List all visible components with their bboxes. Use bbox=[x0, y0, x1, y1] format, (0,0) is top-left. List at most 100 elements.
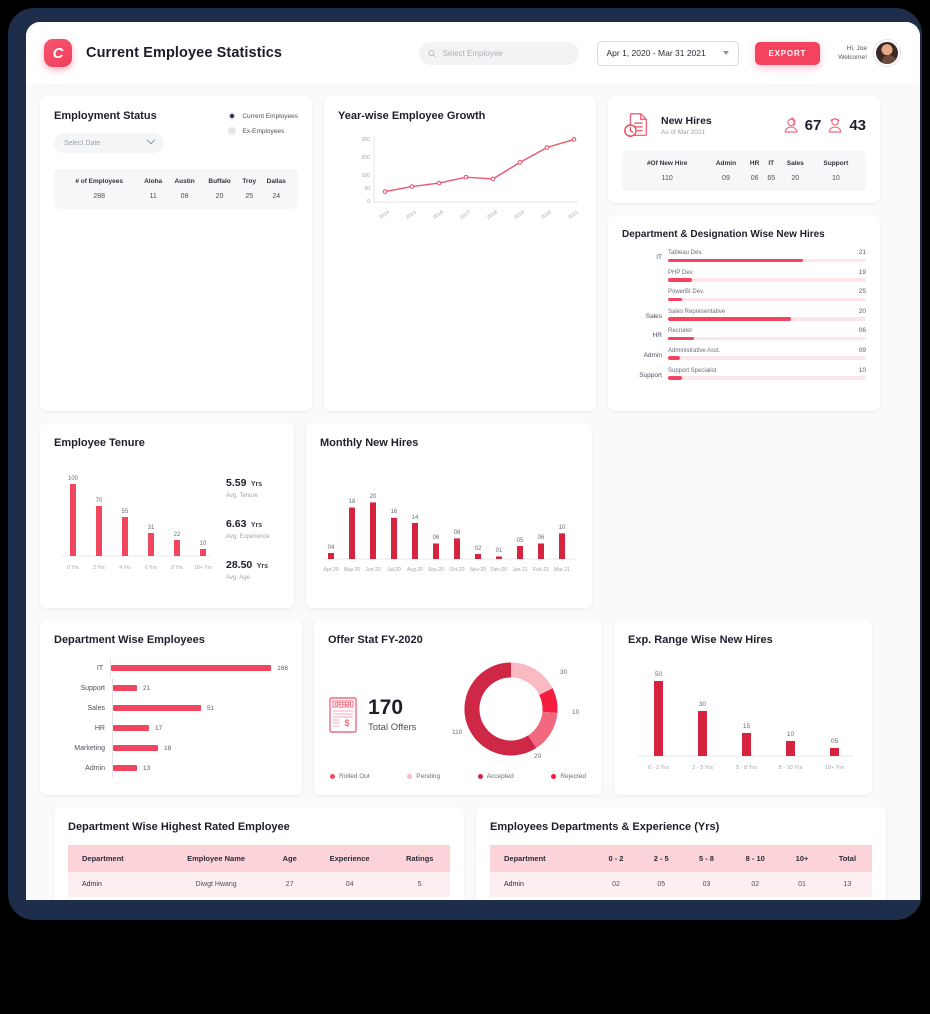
avatar[interactable] bbox=[874, 40, 900, 66]
svg-text:4 Yrs: 4 Yrs bbox=[119, 565, 131, 571]
dept-wise-employees-chart: IT 168 Support 21 Sales 51 HR 17 Marketi… bbox=[54, 658, 288, 778]
right-column-row1: New Hires As of Mar 2021 67 43 #Of New H… bbox=[608, 96, 880, 411]
progress-track bbox=[668, 376, 866, 380]
app-logo-icon: C bbox=[44, 39, 72, 67]
dept-experience-table: Department 0 - 2 2 - 5 5 - 8 8 - 10 10+ … bbox=[490, 845, 872, 900]
svg-text:8 Yrs: 8 Yrs bbox=[171, 565, 183, 571]
radio-current-employees[interactable]: Current Employees bbox=[228, 112, 298, 120]
employment-status-table: # of Employees Aloha Austin Buffalo Troy… bbox=[54, 169, 298, 209]
axis-tick: 2 - 5 Yrs bbox=[692, 765, 713, 771]
progress-track bbox=[668, 297, 866, 302]
svg-text:Jun-20: Jun-20 bbox=[365, 567, 381, 573]
cell: 25 bbox=[245, 193, 254, 200]
axis-tick: 10+ Yrs bbox=[825, 765, 844, 771]
employee-search[interactable] bbox=[418, 41, 579, 65]
cell: 01 bbox=[729, 897, 781, 900]
svg-text:Apr-20: Apr-20 bbox=[323, 567, 338, 573]
total-offers-value: 170 bbox=[368, 695, 404, 719]
device-frame: C Current Employee Statistics Apr 1, 202… bbox=[8, 8, 922, 920]
donut-chart-svg: 30 10 20 110 bbox=[452, 662, 580, 760]
chevron-down-icon bbox=[722, 51, 729, 55]
col-header: IT bbox=[768, 160, 775, 167]
col-header: 10+ bbox=[781, 845, 823, 872]
svg-text:04: 04 bbox=[328, 545, 335, 551]
stat-value: 5.59 bbox=[226, 477, 247, 489]
dept-label: HR bbox=[652, 332, 662, 340]
cell: 5 bbox=[417, 881, 422, 888]
svg-text:55: 55 bbox=[122, 509, 129, 515]
table-row: Admin Diwgt Hwang 27 04 5 bbox=[68, 872, 450, 897]
bar-value: 05 bbox=[831, 738, 839, 745]
export-button[interactable]: EXPORT bbox=[754, 41, 821, 65]
cell: 03 bbox=[702, 881, 711, 888]
cell: 11 bbox=[149, 193, 157, 200]
bar-value: 168 bbox=[277, 664, 288, 672]
list-item: Admin 13 bbox=[54, 758, 288, 778]
date-range-selector[interactable]: Apr 1, 2020 - Mar 31 2021 bbox=[596, 40, 739, 66]
table-row: HR Anne Nguyen 30 07 5 bbox=[68, 897, 450, 900]
axis-tick: 5 - 8 Yrs bbox=[736, 765, 757, 771]
legend-dot-icon bbox=[477, 774, 483, 779]
svg-text:2 Yrs: 2 Yrs bbox=[93, 565, 105, 571]
col-header: Experience bbox=[309, 845, 390, 872]
legend-item: Accepted bbox=[477, 773, 514, 780]
legend-label: Rejected bbox=[560, 773, 586, 780]
radio-ex-employees[interactable]: Ex-Employees bbox=[228, 127, 298, 135]
card-yearwise-growth: Year-wise Employee Growth 300 200 100 50… bbox=[324, 96, 596, 411]
svg-text:100: 100 bbox=[362, 173, 371, 179]
list-item: Sales 51 bbox=[54, 698, 288, 718]
cell: 288 bbox=[93, 193, 105, 200]
legend-label: Rolled Out bbox=[339, 773, 370, 780]
bar bbox=[113, 705, 201, 711]
legend-item: Rejected bbox=[551, 773, 586, 780]
cell: 30 bbox=[270, 897, 310, 900]
cell: 5 bbox=[389, 897, 450, 900]
employee-tenure-title: Employee Tenure bbox=[54, 437, 145, 449]
search-input[interactable] bbox=[442, 48, 570, 58]
radio-unselected-icon bbox=[228, 127, 237, 135]
bar-value: 50 bbox=[655, 671, 663, 678]
radio-label: Ex-Employees bbox=[242, 127, 285, 135]
col-header: Department bbox=[490, 845, 594, 872]
card-dept-designation: Department & Designation Wise New Hires … bbox=[608, 215, 880, 411]
svg-text:0: 0 bbox=[367, 199, 370, 205]
bar-value: 13 bbox=[143, 764, 151, 772]
yearwise-growth-chart: 300 200 100 50 0 2014 2015 2016 2017 201… bbox=[338, 130, 582, 228]
col-header: Total bbox=[822, 845, 872, 872]
table-row: Admin 02 05 03 02 01 13 bbox=[490, 872, 872, 897]
document-clock-icon bbox=[624, 113, 648, 137]
dept-experience-title: Employees Departments & Experience (Yrs) bbox=[490, 821, 720, 833]
svg-text:2021: 2021 bbox=[567, 209, 580, 220]
dashboard-row-2: Employee Tenure 100 70 55 31 22 10 0 Yrs… bbox=[40, 423, 906, 608]
svg-text:300: 300 bbox=[362, 137, 371, 143]
dept-label: IT bbox=[656, 254, 662, 262]
female-count: 67 bbox=[804, 116, 822, 134]
card-dept-wise-employees: Department Wise Employees IT 168 Support… bbox=[40, 620, 302, 795]
designation-value: 19 bbox=[858, 268, 866, 276]
col-header: 0 - 2 bbox=[593, 845, 639, 872]
svg-text:10: 10 bbox=[200, 541, 207, 547]
bar-value: 30 bbox=[699, 701, 707, 708]
svg-text:100: 100 bbox=[68, 476, 79, 482]
table-row: HR 07 05 03 01 01 17 bbox=[490, 897, 872, 900]
designation-value: 09 bbox=[858, 346, 866, 354]
cell: 02 bbox=[612, 881, 620, 888]
card-employee-tenure: Employee Tenure 100 70 55 31 22 10 0 Yrs… bbox=[40, 423, 294, 608]
cell: 110 bbox=[661, 175, 673, 182]
cell: 03 bbox=[684, 897, 729, 900]
svg-text:Sep-20: Sep-20 bbox=[428, 567, 444, 573]
cell: 04 bbox=[345, 881, 354, 888]
svg-text:20: 20 bbox=[370, 494, 377, 500]
card-dept-experience: Employees Departments & Experience (Yrs)… bbox=[476, 807, 886, 900]
svg-text:08: 08 bbox=[454, 530, 461, 536]
bar-chart-svg: 100 70 55 31 22 10 0 Yrs 2 Yrs 4 Yrs 6 Yrs 8 … bbox=[62, 476, 212, 571]
offer-stat-donut: 30 10 20 110 bbox=[448, 652, 588, 767]
stat-unit: Yrs bbox=[250, 522, 263, 529]
bar-value: 10 bbox=[787, 731, 795, 738]
dashboard-row-1: Employment Status Select Date Current Em… bbox=[40, 96, 906, 411]
select-date-dropdown[interactable]: Select Date bbox=[54, 133, 164, 153]
progress-fill bbox=[668, 278, 692, 282]
svg-text:22: 22 bbox=[174, 532, 181, 538]
offer-document-icon: OFFER $ bbox=[329, 696, 357, 733]
col-header: Sales bbox=[786, 160, 804, 167]
